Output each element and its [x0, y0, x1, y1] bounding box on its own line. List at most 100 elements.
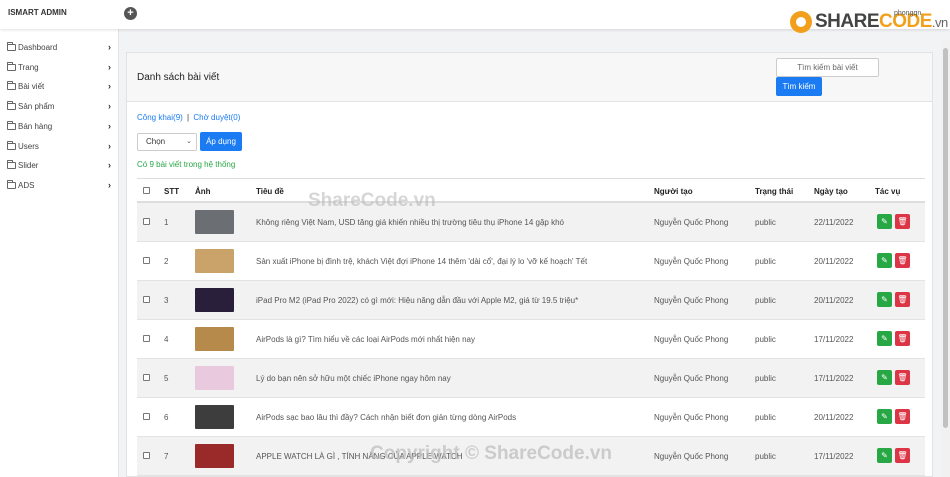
chevron-right-icon: › [108, 180, 111, 190]
folder-icon [7, 41, 16, 51]
post-date: 22/11/2022 [814, 218, 854, 227]
folder-icon [7, 120, 16, 130]
edit-button[interactable]: ✎ [877, 331, 892, 346]
filter-separator: | [187, 113, 190, 122]
edit-button[interactable]: ✎ [877, 448, 892, 463]
post-author: Nguyễn Quốc Phong [654, 257, 729, 266]
folder-icon [7, 100, 16, 110]
post-author: Nguyễn Quốc Phong [654, 296, 729, 305]
select-all-checkbox[interactable] [143, 187, 150, 194]
sidebar-item-sales[interactable]: Bán hàng › [7, 119, 111, 133]
trash-icon: 🗑 [897, 334, 908, 343]
post-author: Nguyễn Quốc Phong [654, 452, 729, 461]
search-input[interactable] [776, 58, 879, 77]
edit-button[interactable]: ✎ [877, 292, 892, 307]
row-checkbox[interactable] [143, 374, 150, 381]
folder-icon [7, 179, 16, 189]
delete-button[interactable]: 🗑 [895, 331, 910, 346]
search-button[interactable]: Tìm kiếm [776, 77, 822, 96]
folder-icon [7, 159, 16, 169]
scrollbar-thumb[interactable] [943, 48, 948, 428]
row-checkbox[interactable] [143, 296, 150, 303]
edit-icon: ✎ [881, 217, 888, 226]
delete-button[interactable]: 🗑 [895, 370, 910, 385]
sidebar-item-ads[interactable]: ADS › [7, 178, 111, 192]
bulk-action-select[interactable]: Chọn ⌄ [137, 133, 197, 151]
trash-icon: 🗑 [897, 451, 908, 460]
edit-button[interactable]: ✎ [877, 214, 892, 229]
post-author: Nguyễn Quốc Phong [654, 218, 729, 227]
sidebar-item-slider[interactable]: Slider › [7, 158, 111, 172]
user-menu[interactable]: phongqn [894, 10, 921, 17]
post-status: public [755, 413, 776, 422]
chevron-right-icon: › [108, 62, 111, 72]
row-checkbox[interactable] [143, 413, 150, 420]
post-title-link[interactable]: iPad Pro M2 (iPad Pro 2022) có gì mới: H… [256, 296, 578, 305]
apply-button[interactable]: Áp dụng [200, 132, 242, 151]
add-new-icon[interactable]: + [124, 7, 137, 20]
folder-icon [7, 140, 16, 150]
page-scrollbar[interactable] [941, 40, 950, 477]
edit-icon: ✎ [881, 256, 888, 265]
row-checkbox[interactable] [143, 452, 150, 459]
post-date: 17/11/2022 [814, 374, 854, 383]
row-stt: 7 [164, 452, 169, 461]
filter-pending-link[interactable]: Chờ duyệt(0) [193, 113, 240, 122]
posts-table: STT Ảnh Tiêu đề Người tạo Trạng thái Ngà… [137, 178, 925, 476]
chevron-right-icon: › [108, 121, 111, 131]
chevron-right-icon: › [108, 42, 111, 52]
sidebar-item-products[interactable]: Sản phẩm › [7, 99, 111, 113]
row-checkbox[interactable] [143, 218, 150, 225]
post-title-link[interactable]: AirPods sạc bao lâu thì đầy? Cách nhận b… [256, 413, 516, 422]
chevron-right-icon: › [108, 141, 111, 151]
delete-button[interactable]: 🗑 [895, 214, 910, 229]
post-thumbnail [195, 210, 234, 234]
delete-button[interactable]: 🗑 [895, 253, 910, 268]
edit-icon: ✎ [881, 373, 888, 382]
chevron-down-icon: ⌄ [186, 138, 192, 145]
trash-icon: 🗑 [897, 373, 908, 382]
card-header: Danh sách bài viết Tìm kiếm [127, 53, 932, 102]
post-count-text: Có 9 bài viết trong hệ thống [137, 160, 236, 169]
page-title: Danh sách bài viết [137, 72, 220, 83]
table-row: 6 AirPods sạc bao lâu thì đầy? Cách nhận … [137, 398, 925, 437]
column-header: Tác vụ [875, 187, 901, 196]
row-checkbox[interactable] [143, 257, 150, 264]
post-author: Nguyễn Quốc Phong [654, 413, 729, 422]
post-title-link[interactable]: Lý do bạn nên sở hữu một chiếc iPhone ng… [256, 374, 451, 383]
post-title-link[interactable]: Không riêng Việt Nam, USD tăng giá khiến… [256, 218, 564, 227]
post-author: Nguyễn Quốc Phong [654, 335, 729, 344]
folder-icon [7, 80, 16, 90]
filter-published-link[interactable]: Công khai(9) [137, 113, 183, 122]
post-thumbnail [195, 288, 234, 312]
delete-button[interactable]: 🗑 [895, 448, 910, 463]
column-header: Trạng thái [755, 187, 794, 196]
sidebar-item-pages[interactable]: Trang › [7, 60, 111, 74]
row-stt: 6 [164, 413, 169, 422]
row-checkbox[interactable] [143, 335, 150, 342]
sharecode-logo: SHARECODE.vn [790, 11, 948, 33]
sidebar-item-posts[interactable]: Bài viết › [7, 79, 111, 93]
delete-button[interactable]: 🗑 [895, 409, 910, 424]
sidebar-item-users[interactable]: Users › [7, 139, 111, 153]
post-status: public [755, 374, 776, 383]
edit-button[interactable]: ✎ [877, 409, 892, 424]
post-title-link[interactable]: AirPods là gì? Tìm hiểu về các loại AirP… [256, 335, 475, 344]
status-filters: Công khai(9) | Chờ duyệt(0) [137, 113, 240, 122]
sidebar-item-dashboard[interactable]: Dashboard › [7, 40, 111, 54]
table-row: 7 APPLE WATCH LÀ GÌ , TÍNH NĂNG CỦA APPLE… [137, 437, 925, 476]
app-brand[interactable]: ISMART ADMIN [8, 8, 67, 17]
post-date: 20/11/2022 [814, 257, 854, 266]
table-body: 1 Không riêng Việt Nam, USD tăng giá khiế… [137, 203, 925, 476]
table-row: 5 Lý do bạn nên sở hữu một chiếc iPhone n… [137, 359, 925, 398]
post-title-link[interactable]: APPLE WATCH LÀ GÌ , TÍNH NĂNG CỦA APPLE … [256, 452, 463, 461]
edit-button[interactable]: ✎ [877, 370, 892, 385]
column-header: Ảnh [195, 187, 211, 196]
delete-button[interactable]: 🗑 [895, 292, 910, 307]
post-title-link[interactable]: Sản xuất iPhone bị đình trệ, khách Việt … [256, 257, 587, 266]
post-list-card: Danh sách bài viết Tìm kiếm Công khai(9)… [126, 52, 933, 477]
post-date: 17/11/2022 [814, 452, 854, 461]
edit-icon: ✎ [881, 412, 888, 421]
column-header: Tiêu đề [256, 187, 284, 196]
edit-button[interactable]: ✎ [877, 253, 892, 268]
